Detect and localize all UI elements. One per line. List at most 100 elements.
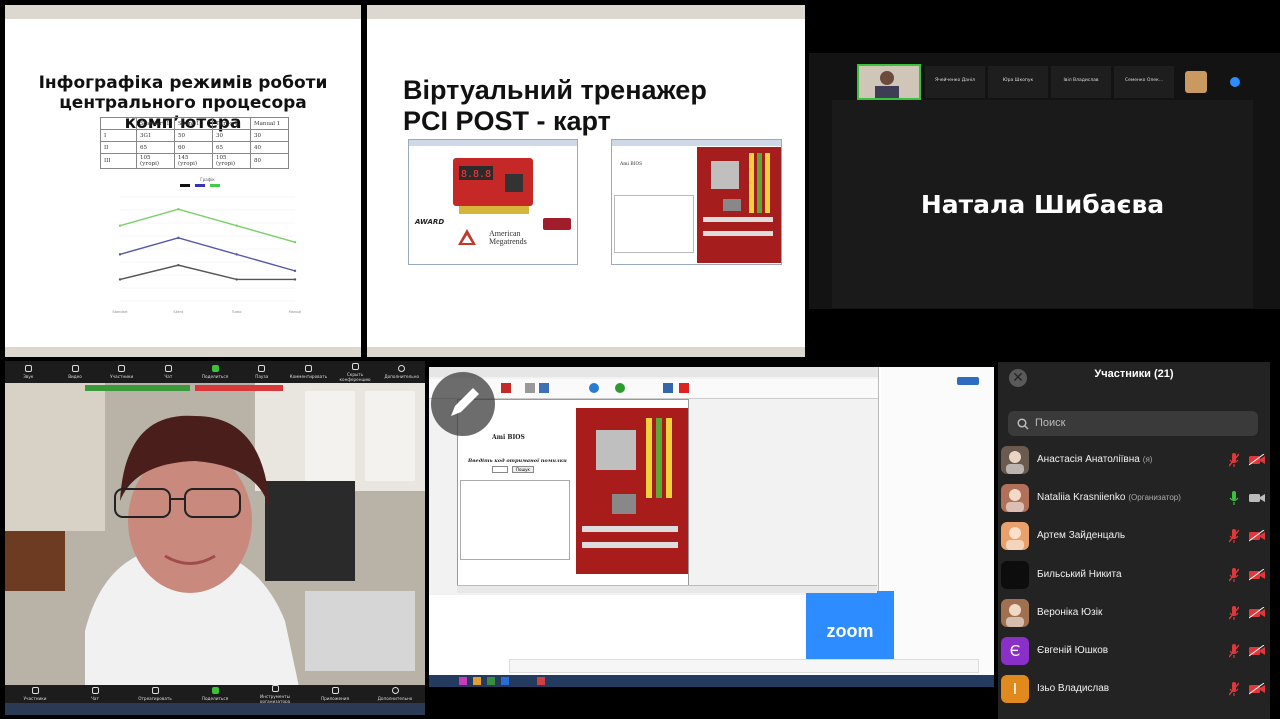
participant-row[interactable]: Артем Зайденцаль xyxy=(998,518,1270,556)
active-speaker-tile: Натала Шибаєва xyxy=(832,100,1253,308)
participants-panel-title: Участники (21) xyxy=(1094,368,1174,380)
taskbar-app-icon[interactable] xyxy=(537,677,545,685)
error-code-input[interactable] xyxy=(492,466,508,473)
participant-row[interactable]: Є Євгеній Юшков xyxy=(998,633,1270,671)
cpu-modes-line-chart: Графік Standart Silent Turbo Manual xyxy=(112,177,301,314)
participants-search-input[interactable]: Поиск xyxy=(1008,411,1258,436)
video-off-icon[interactable] xyxy=(1249,607,1265,619)
bios-output-area xyxy=(614,195,694,253)
audio-button[interactable]: Звук xyxy=(5,365,52,379)
more-button[interactable]: Дополнительно xyxy=(378,365,425,379)
share-button[interactable]: Поделиться xyxy=(185,687,245,701)
toolbar-tool-icon[interactable] xyxy=(679,383,689,393)
hide-meeting-button[interactable]: Скрыть конференцию xyxy=(332,362,379,382)
video-off-icon[interactable] xyxy=(1249,454,1265,466)
participants-button[interactable]: Участники xyxy=(98,365,145,379)
toolbar-tool-icon[interactable] xyxy=(501,383,511,393)
video-off-icon[interactable] xyxy=(1249,569,1265,581)
avatar xyxy=(1001,484,1029,512)
pause-button[interactable]: Пауза xyxy=(238,365,285,379)
table-cell: Silent 1 xyxy=(174,117,213,130)
zoom-top-toolbar: Звук Видео Участники Чат Поделиться Пауз… xyxy=(5,361,425,383)
microphone-muted-icon[interactable] xyxy=(1229,453,1239,467)
participant-name-line: Анастасія Анатоліївна (я) xyxy=(1037,454,1152,465)
app-menubar xyxy=(429,367,878,377)
microphone-muted-icon[interactable] xyxy=(1229,529,1239,543)
participants-button[interactable]: Участники xyxy=(5,687,65,701)
participant-row[interactable]: І Ізьо Владислав xyxy=(998,671,1270,709)
taskbar-app-icon[interactable] xyxy=(487,677,495,685)
slide-title: Віртуальний тренажер PCI POST - карт xyxy=(403,75,707,137)
microphone-muted-icon[interactable] xyxy=(1229,682,1239,696)
microphone-icon[interactable] xyxy=(1229,491,1239,505)
react-label: Отреагировать xyxy=(138,696,172,701)
microphone-muted-icon[interactable] xyxy=(1229,568,1239,582)
video-off-icon[interactable] xyxy=(1249,530,1265,542)
table-cell: Turbo 1 xyxy=(212,117,251,130)
ami-bios-label: Ami BIOS xyxy=(620,162,643,167)
participant-name: Бильський Никита xyxy=(1037,569,1122,580)
chat-input-box[interactable] xyxy=(509,659,979,673)
mini-avatar-tile[interactable] xyxy=(1185,71,1207,93)
camera-scene xyxy=(5,361,425,715)
taskbar-app-icon[interactable] xyxy=(501,677,509,685)
participant-name: Ізьо Владислав xyxy=(1037,683,1110,694)
series-point xyxy=(235,253,238,256)
table-cell: 80 xyxy=(250,153,289,169)
play-icon[interactable] xyxy=(615,383,625,393)
taskbar-app-icon[interactable] xyxy=(473,677,481,685)
taskbar-app-icon[interactable] xyxy=(459,677,467,685)
mini-video-tile[interactable]: Юра Шкопук xyxy=(988,66,1048,98)
annotate-pencil-button[interactable] xyxy=(431,372,495,436)
table-cell: Manual 1 xyxy=(250,117,289,130)
participant-row[interactable]: Вероніка Юзік xyxy=(998,595,1270,633)
info-icon[interactable] xyxy=(589,383,599,393)
mini-video-tile-active[interactable] xyxy=(857,64,921,100)
series-line xyxy=(119,237,296,272)
mini-video-tile[interactable]: Ячейченко Данiл xyxy=(925,66,985,98)
video-icon[interactable] xyxy=(1249,492,1265,504)
chat-button[interactable]: Чат xyxy=(65,687,125,701)
participant-row[interactable]: Бильський Никита xyxy=(998,557,1270,595)
shield-icon[interactable] xyxy=(663,383,673,393)
search-icon[interactable] xyxy=(539,383,549,393)
participant-row[interactable]: Анастасія Анатоліївна (я) xyxy=(998,442,1270,480)
participants-label: Участники xyxy=(23,696,47,701)
more-button[interactable]: Дополнительно xyxy=(365,687,425,701)
slide-title-line1: Віртуальний тренажер xyxy=(403,75,707,105)
participant-role: (я) xyxy=(1142,455,1153,464)
microphone-muted-icon[interactable] xyxy=(1229,644,1239,658)
toolbar-tool-icon[interactable] xyxy=(525,383,535,393)
stop-share-banner[interactable] xyxy=(195,385,283,391)
search-icon xyxy=(1017,418,1029,430)
speaker-thumbnail xyxy=(859,66,919,98)
chat-button[interactable]: Чат xyxy=(145,365,192,379)
host-tools-button[interactable]: Инструменты организатора xyxy=(245,684,305,704)
series-point xyxy=(118,224,122,227)
video-button[interactable]: Видео xyxy=(52,365,99,379)
mini-video-tile[interactable]: Семенко Олек... xyxy=(1114,66,1174,98)
chart-title: Графік xyxy=(200,177,215,182)
video-off-icon[interactable] xyxy=(1249,683,1265,695)
microphone-muted-icon[interactable] xyxy=(1229,606,1239,620)
chat-panel-button[interactable] xyxy=(957,377,979,385)
share-button[interactable]: Поделиться xyxy=(192,365,239,379)
bios-output-area xyxy=(460,480,570,560)
search-button[interactable]: Пошук xyxy=(512,466,534,473)
mini-video-tile[interactable]: Iвiл Владислав xyxy=(1051,66,1111,98)
participant-name: Nataliia Krasniienko xyxy=(1037,492,1126,503)
more-icon xyxy=(391,687,399,694)
annotate-button[interactable]: Комментировать xyxy=(285,365,332,379)
shared-slide-post-card: Віртуальний тренажер PCI POST - карт 8.8… xyxy=(367,5,805,357)
slide-top-bar xyxy=(5,5,361,19)
camera-video-tile: Звук Видео Участники Чат Поделиться Пауз… xyxy=(5,361,425,715)
zoom-bottom-toolbar: Участники Чат Отреагировать Поделиться И… xyxy=(5,684,425,704)
pause-label: Пауза xyxy=(255,374,269,379)
react-button[interactable]: Отреагировать xyxy=(125,687,185,701)
video-off-icon[interactable] xyxy=(1249,645,1265,657)
participant-row[interactable]: Nataliia Krasniienko (Организатор) xyxy=(998,480,1270,518)
next-page-icon[interactable] xyxy=(1230,77,1240,87)
ami-logo-line2: Megatrends xyxy=(489,237,527,246)
apps-button[interactable]: Приложения xyxy=(305,687,365,701)
table-cell: 65 xyxy=(136,141,175,154)
